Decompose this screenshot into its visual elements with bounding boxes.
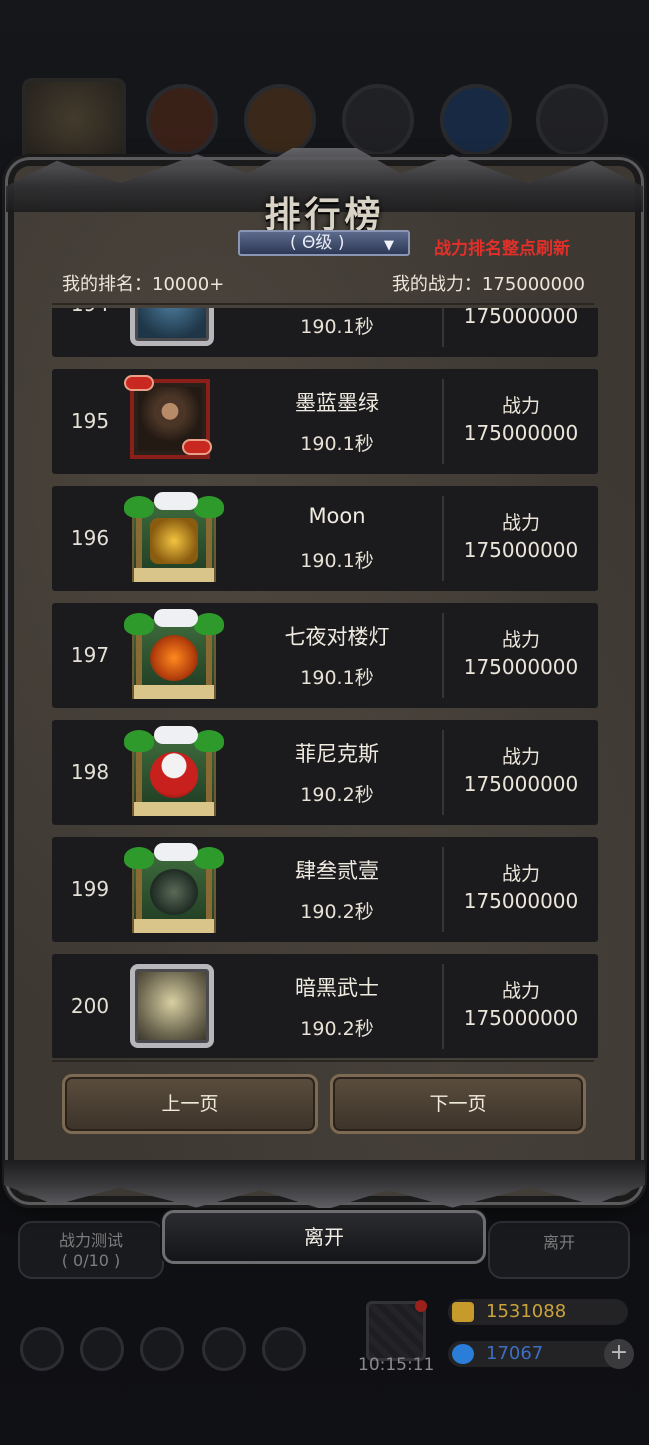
player-time: 190.1秒 bbox=[300, 550, 374, 572]
power-label: 战力 bbox=[501, 863, 540, 885]
rank-number: 196 bbox=[70, 526, 110, 550]
menu-round-icon bbox=[80, 1327, 124, 1371]
menu-round-icon bbox=[262, 1327, 306, 1371]
chevron-down-icon: ▼ bbox=[384, 238, 394, 253]
cloud-icon bbox=[124, 375, 154, 391]
menu-round-icon bbox=[20, 1327, 64, 1371]
rank-number: 199 bbox=[70, 877, 110, 901]
cloud-icon bbox=[154, 843, 198, 861]
gem-icon bbox=[452, 1344, 474, 1364]
background-item-icon bbox=[146, 84, 218, 156]
tier-dropdown[interactable]: ( Θ级 ) ▼ bbox=[238, 230, 410, 256]
player-name: Moon bbox=[308, 504, 366, 528]
table-row[interactable]: 196 Moon 190.1秒 战力 175000000 bbox=[52, 486, 598, 591]
cloud-icon bbox=[154, 609, 198, 627]
rank-number: 195 bbox=[70, 409, 110, 433]
gem-counter: 17067 bbox=[448, 1341, 628, 1367]
table-row[interactable]: 197 七夜对楼灯 190.1秒 战力 175000000 bbox=[52, 603, 598, 708]
power-value: 175000000 bbox=[463, 772, 579, 796]
player-name: 暗黑武士 bbox=[295, 976, 379, 1000]
power-value: 175000000 bbox=[463, 889, 579, 913]
palm-crown-icon bbox=[124, 492, 224, 584]
power-test-count: ( 0/10 ) bbox=[61, 1251, 121, 1270]
table-row[interactable]: 195 墨蓝墨绿 190.1秒 战力 175000000 bbox=[52, 369, 598, 474]
my-power: 我的战力：175000000 bbox=[391, 274, 585, 295]
next-page-button[interactable]: 下一页 bbox=[330, 1074, 586, 1134]
cloud-icon bbox=[182, 439, 212, 455]
table-row[interactable]: 198 菲尼克斯 190.2秒 战力 175000000 bbox=[52, 720, 598, 825]
rank-number: 198 bbox=[70, 760, 110, 784]
power-label: 战力 bbox=[501, 629, 540, 651]
notification-dot bbox=[415, 1300, 427, 1312]
table-row[interactable]: 199 肆叁贰壹 190.2秒 战力 175000000 bbox=[52, 837, 598, 942]
palm-dragon-icon bbox=[124, 843, 224, 935]
gold-icon bbox=[452, 1302, 474, 1322]
power-test-button: 战力测试 ( 0/10 ) bbox=[18, 1221, 164, 1279]
gift-icon bbox=[366, 1300, 427, 1361]
cloud-icon bbox=[154, 492, 198, 510]
gold-value: 1531088 bbox=[486, 1301, 567, 1322]
power-value: 175000000 bbox=[463, 1006, 579, 1030]
clock-text: 10:15:11 bbox=[358, 1355, 435, 1375]
power-value: 175000000 bbox=[463, 421, 579, 445]
palm-pumpkin-icon bbox=[124, 609, 224, 701]
add-gems-icon: + bbox=[604, 1339, 634, 1369]
refresh-note: 战力排名整点刷新 bbox=[434, 239, 570, 259]
dragon-icon bbox=[150, 869, 198, 915]
bird-icon bbox=[150, 752, 198, 798]
my-rank: 我的排名：10000+ bbox=[62, 274, 225, 295]
player-name: 七夜对楼灯 bbox=[284, 625, 390, 649]
rank-number: 194 bbox=[62, 308, 118, 357]
gem-value: 17067 bbox=[486, 1343, 544, 1364]
player-time: 190.2秒 bbox=[300, 784, 374, 806]
rank-number: 200 bbox=[70, 994, 110, 1018]
pumpkin-icon bbox=[150, 635, 198, 681]
angel-icon bbox=[130, 964, 214, 1048]
background-avatar bbox=[22, 78, 126, 178]
player-time: 190.1秒 bbox=[300, 316, 374, 338]
player-time: 190.2秒 bbox=[300, 901, 374, 923]
background-item-icon bbox=[244, 84, 316, 156]
power-label: 战力 bbox=[501, 512, 540, 534]
leave-button[interactable]: 离开 bbox=[162, 1210, 486, 1264]
player-name: 菲尼克斯 bbox=[295, 742, 379, 766]
ranking-list[interactable]: 194 190.1秒 战力 175000000 195 墨蓝墨绿 bbox=[52, 308, 598, 1058]
menu-round-icon bbox=[202, 1327, 246, 1371]
player-avatar bbox=[124, 308, 224, 350]
power-value: 175000000 bbox=[463, 655, 579, 679]
player-avatar bbox=[124, 375, 224, 467]
background-item-icon bbox=[536, 84, 608, 156]
power-value: 175000000 bbox=[463, 308, 579, 328]
leaderboard-panel: 排行榜 ( Θ级 ) ▼ 战力排名整点刷新 我的排名：10000+ 我的战力：1… bbox=[4, 148, 645, 1210]
table-row[interactable]: 194 190.1秒 战力 175000000 bbox=[52, 308, 598, 357]
crown-icon bbox=[150, 518, 198, 564]
background-leave-button: 离开 bbox=[488, 1221, 630, 1279]
player-name: 肆叁贰壹 bbox=[295, 859, 379, 883]
table-row[interactable]: 200 暗黑武士 190.2秒 战力 175000000 bbox=[52, 954, 598, 1058]
power-label: 战力 bbox=[501, 395, 540, 417]
rank-number: 197 bbox=[70, 643, 110, 667]
player-time: 190.2秒 bbox=[300, 1018, 374, 1040]
power-test-label: 战力测试 bbox=[58, 1231, 123, 1250]
gold-counter: 1531088 bbox=[448, 1299, 628, 1325]
menu-round-icon bbox=[140, 1327, 184, 1371]
background-item-icon bbox=[440, 84, 512, 156]
background-item-icon bbox=[342, 84, 414, 156]
player-time: 190.1秒 bbox=[300, 433, 374, 455]
prev-page-button[interactable]: 上一页 bbox=[62, 1074, 318, 1134]
power-label: 战力 bbox=[501, 746, 540, 768]
divider bbox=[52, 1060, 594, 1062]
power-value: 175000000 bbox=[463, 538, 579, 562]
power-label: 战力 bbox=[501, 980, 540, 1002]
silver-frame-icon bbox=[130, 308, 214, 346]
player-time: 190.1秒 bbox=[300, 667, 374, 689]
ranking-list-content: 194 190.1秒 战力 175000000 195 墨蓝墨绿 bbox=[52, 308, 598, 1058]
tier-dropdown-label: ( Θ级 ) bbox=[290, 233, 345, 253]
divider bbox=[52, 303, 594, 305]
palm-bird-icon bbox=[124, 726, 224, 818]
player-name: 墨蓝墨绿 bbox=[295, 391, 379, 415]
player-avatar bbox=[124, 960, 224, 1052]
cloud-icon bbox=[154, 726, 198, 744]
